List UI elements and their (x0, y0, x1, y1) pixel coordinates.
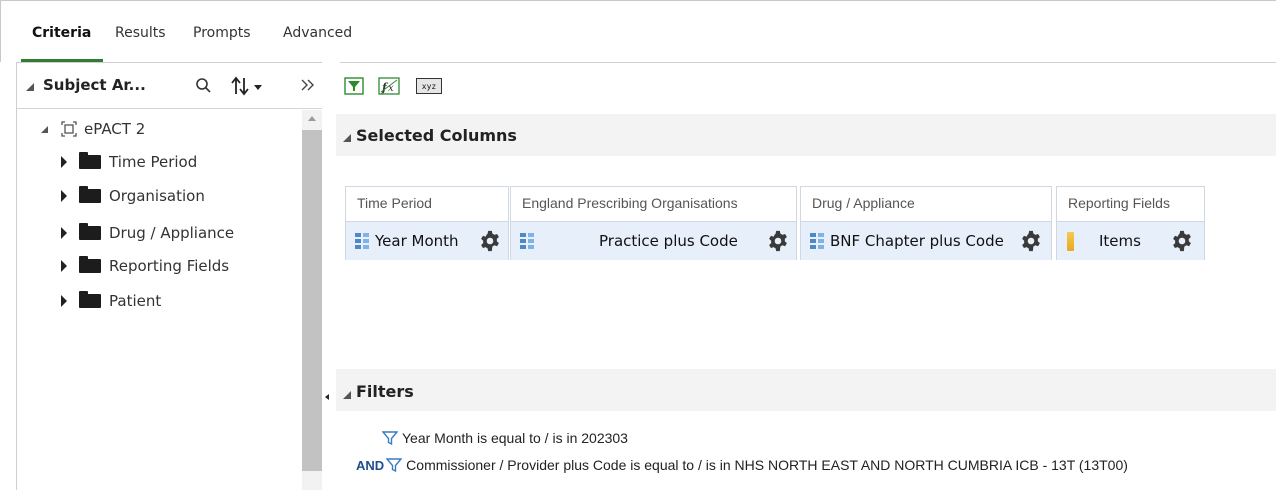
column-cell[interactable]: Practice plus Code (511, 221, 796, 260)
column-cell[interactable]: Year Month (346, 221, 508, 260)
collapse-triangle-icon[interactable] (41, 125, 48, 133)
filter-funnel-icon (382, 431, 398, 446)
attribute-icon (810, 233, 824, 249)
column-cell[interactable]: Items (1057, 221, 1204, 260)
subject-area-panel: Subject Ar... ePACT 2 Time Period Organi… (16, 62, 322, 490)
tree-root[interactable]: ePACT 2 (41, 118, 145, 140)
collapse-triangle-icon[interactable] (343, 134, 351, 142)
filter-item[interactable]: Year Month is equal to / is in 202303 (382, 427, 628, 449)
column-time-period[interactable]: Time Period Year Month (345, 186, 509, 260)
folder-icon (79, 152, 101, 169)
expand-arrow-icon[interactable] (61, 227, 67, 239)
search-icon[interactable] (195, 77, 213, 95)
add-column-icon: f x (378, 77, 400, 95)
criteria-toolbar: f x xyz (340, 62, 1276, 108)
filter-button[interactable] (344, 77, 364, 95)
filter-text[interactable]: Commissioner / Provider plus Code is equ… (406, 457, 1128, 473)
folder-icon (79, 223, 101, 240)
column-folder-label: England Prescribing Organisations (522, 195, 738, 211)
tree-folder-label: Organisation (109, 187, 205, 205)
rename-button[interactable]: xyz (416, 78, 442, 94)
expand-arrow-icon[interactable] (61, 156, 67, 168)
collapse-triangle-icon[interactable] (26, 83, 34, 91)
scroll-up-arrow-icon[interactable] (308, 116, 316, 121)
expand-arrow-icon[interactable] (61, 190, 67, 202)
tab-prompts[interactable]: Prompts (193, 25, 251, 41)
gear-icon[interactable] (767, 230, 789, 252)
tree-folder-label: Time Period (109, 153, 198, 171)
column-label: Practice plus Code (599, 232, 738, 250)
tree-folder-label: Patient (109, 292, 162, 310)
filter-icon (344, 77, 364, 95)
filters-header: Filters (336, 369, 1276, 411)
attribute-icon (520, 233, 534, 249)
filters-title: Filters (356, 382, 414, 401)
selected-columns-header: Selected Columns (336, 114, 1276, 156)
column-reporting-fields[interactable]: Reporting Fields Items (1056, 186, 1205, 260)
column-england-prescribing-organisations[interactable]: England Prescribing Organisations Practi… (510, 186, 797, 260)
tab-criteria[interactable]: Criteria (32, 25, 91, 41)
column-label: BNF Chapter plus Code (830, 232, 1004, 250)
add-column-button[interactable]: f x (378, 77, 402, 95)
gear-icon[interactable] (1171, 230, 1193, 252)
filter-item[interactable]: AND Commissioner / Provider plus Code is… (356, 454, 1128, 476)
folder-icon (79, 256, 101, 273)
attribute-icon (355, 233, 369, 249)
selected-columns-title: Selected Columns (356, 126, 517, 145)
expand-arrow-icon[interactable] (61, 295, 67, 307)
tab-results[interactable]: Results (115, 25, 166, 41)
tab-bar: Criteria Results Prompts Advanced (0, 0, 1276, 62)
expand-panel-icon[interactable] (300, 77, 316, 93)
tree-folder-label: Reporting Fields (109, 257, 230, 275)
subject-area-icon (61, 121, 77, 137)
gear-icon[interactable] (479, 230, 501, 252)
gear-icon[interactable] (1020, 230, 1042, 252)
column-label: Items (1099, 232, 1141, 250)
panel-splitter-collapse[interactable] (322, 388, 332, 406)
column-drug-appliance[interactable]: Drug / Appliance BNF Chapter plus Code (800, 186, 1052, 260)
folder-icon (79, 291, 101, 308)
column-label: Year Month (375, 232, 459, 250)
measure-icon (1067, 232, 1074, 251)
sort-icon[interactable] (231, 76, 265, 96)
tab-advanced[interactable]: Advanced (283, 25, 352, 41)
column-cell[interactable]: BNF Chapter plus Code (801, 221, 1051, 260)
tree-folder-label: Drug / Appliance (109, 224, 235, 242)
folder-icon (79, 186, 101, 203)
tree-folder-patient[interactable]: Patient (61, 290, 161, 312)
tree-scrollbar[interactable] (302, 110, 322, 490)
subject-area-header: Subject Ar... (17, 63, 322, 109)
collapse-triangle-icon[interactable] (343, 391, 351, 399)
tree-folder-organisation[interactable]: Organisation (61, 185, 205, 207)
column-folder-label: Time Period (357, 195, 432, 211)
tree-root-label: ePACT 2 (84, 120, 146, 138)
expand-arrow-icon[interactable] (61, 260, 67, 272)
tree-folder-reporting-fields[interactable]: Reporting Fields (61, 255, 229, 277)
column-folder-label: Drug / Appliance (812, 195, 915, 211)
rename-icon: xyz (421, 81, 437, 91)
filter-text[interactable]: Year Month is equal to / is in 202303 (402, 430, 628, 446)
tree-folder-drug-appliance[interactable]: Drug / Appliance (61, 222, 234, 244)
column-folder-label: Reporting Fields (1068, 195, 1170, 211)
filter-funnel-icon (386, 458, 403, 473)
subject-area-title: Subject Ar... (43, 76, 146, 94)
filter-operator[interactable]: AND (356, 458, 384, 473)
subject-area-tree: ePACT 2 Time Period Organisation Drug / … (17, 110, 301, 490)
tree-folder-time-period[interactable]: Time Period (61, 151, 197, 173)
scrollbar-thumb[interactable] (302, 130, 322, 471)
